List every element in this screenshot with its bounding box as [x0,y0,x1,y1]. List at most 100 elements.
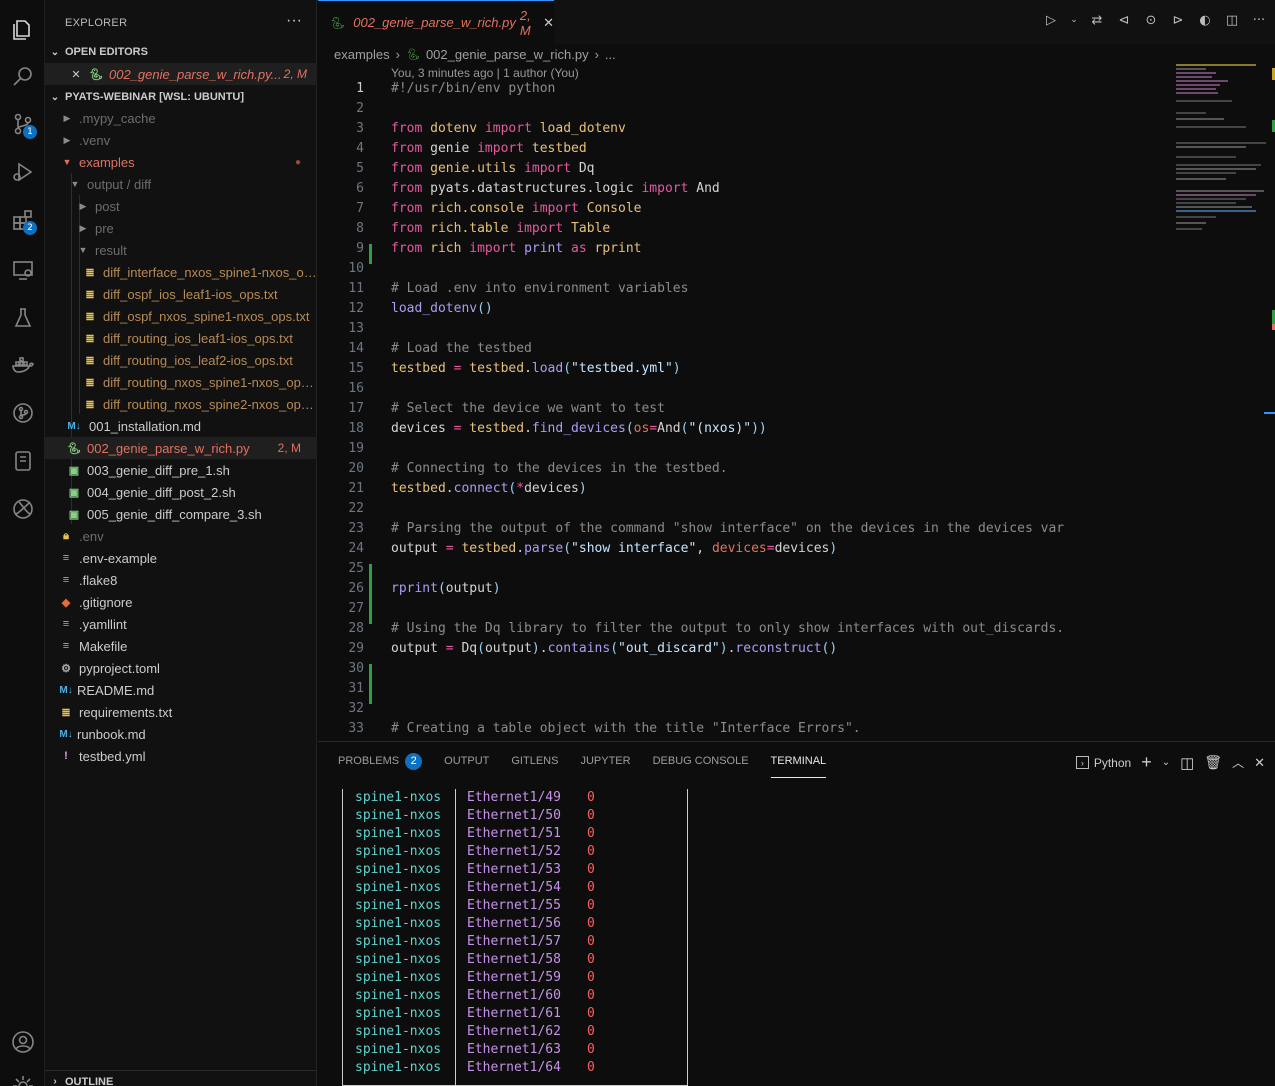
tree-item-label: testbed.yml [79,748,146,764]
text-file-icon: ≣ [85,310,95,323]
tree-file-md[interactable]: M↓ runbook.md [45,723,317,745]
tree-file-sh[interactable]: ▣ 005_genie_diff_compare_3.sh [45,503,317,525]
terminal-table[interactable]: spine1-nxos Ethernet1/49 0 spine1-nxos Ether… [342,789,688,1086]
gitlens-blame-icon[interactable]: ◐ [1197,12,1213,28]
tree-file-md[interactable]: M↓ README.md [45,679,317,701]
docker-icon[interactable] [0,346,45,386]
new-terminal-icon[interactable]: + [1141,752,1152,773]
tab-problems[interactable]: PROBLEMS 2 [338,752,423,778]
tree-file-txt[interactable]: ≣ diff_interface_nxos_spine1-nxos_op... [45,261,317,283]
source-control-icon[interactable]: 1 [0,104,45,144]
code-line: devices = testbed.find_devices(os=And("(… [391,421,767,436]
breadcrumb-symbol[interactable]: ... [605,47,616,62]
more-actions-icon[interactable]: ··· [1251,12,1267,28]
breadcrumb-folder[interactable]: examples [334,47,390,62]
chevron-down-icon[interactable]: ⌄ [1162,757,1170,768]
jupyter-icon[interactable] [0,441,45,481]
tab-jupyter[interactable]: JUPYTER [580,752,630,778]
interface-cell: Ethernet1/57 [467,934,561,949]
open-changes-icon[interactable]: ⇄ [1089,12,1105,28]
line-number: 12 [348,301,364,316]
tree-file[interactable]: ≡ .env-example [45,547,317,569]
chevron-down-icon[interactable]: ⌄ [1070,12,1078,28]
trash-icon[interactable]: 🗑︎ [1204,754,1222,771]
tree-file-py-active[interactable]: 🐍︎ 002_genie_parse_w_rich.py 2, M [45,437,317,459]
tab-debug-console[interactable]: DEBUG CONSOLE [653,752,749,778]
breadcrumb-file[interactable]: 002_genie_parse_w_rich.py [426,47,589,62]
search-icon[interactable] [0,57,45,97]
tree-file-txt[interactable]: ≣ diff_routing_ios_leaf2-ios_ops.txt [45,349,317,371]
open-editors-section[interactable]: ⌄ OPEN EDITORS [45,41,317,63]
outline-section[interactable]: › OUTLINE [45,1070,317,1086]
open-editor-item[interactable]: ✕ 🐍︎ 002_genie_parse_w_rich.py... 2, M [45,63,317,85]
tab-gitlens[interactable]: GITLENS [511,752,558,778]
tree-item-label: pre [95,220,114,236]
tree-file-txt[interactable]: ≣ requirements.txt [45,701,317,723]
tree-file-txt[interactable]: ≣ diff_routing_nxos_spine2-nxos_ops... [45,393,317,415]
files-icon[interactable] [0,10,45,50]
chevron-down-icon: ⌄ [50,91,60,103]
tree-file[interactable]: ≡ .yamllint [45,613,317,635]
gitlens-blame-annotation[interactable]: You, 3 minutes ago | 1 author (You) [391,66,579,80]
tree-file-txt[interactable]: ≣ diff_routing_nxos_spine1-nxos_ops... [45,371,317,393]
run-icon[interactable]: ▷ [1043,12,1059,28]
text-file-icon: ≣ [85,332,95,345]
tree-folder-examples[interactable]: ▼ examples ● [45,151,317,173]
tree-file-txt[interactable]: ≣ diff_ospf_ios_leaf1-ios_ops.txt [45,283,317,305]
code-line: testbed.connect(*devices) [391,481,587,496]
accounts-icon[interactable] [0,1022,45,1062]
next-change-icon[interactable]: ⊳ [1170,12,1186,28]
extensions-icon[interactable]: 2 [0,200,45,240]
tab-output[interactable]: OUTPUT [444,752,489,778]
device-cell: spine1-nxos [355,826,442,841]
editor-tab-active[interactable]: 🐍︎ 002_genie_parse_w_rich.py 2, M ✕ [318,0,554,44]
tree-file-yml[interactable]: ! testbed.yml [45,745,317,767]
tree-folder-mypy-cache[interactable]: ▶ .mypy_cache [45,107,317,129]
tree-folder-pre[interactable]: ▶ pre [45,217,317,239]
tree-file[interactable]: ≡ Makefile [45,635,317,657]
editor-actions: ▷ ⌄ ⇄ ⊲ ⊙ ⊳ ◐ ◫ ··· [1043,12,1267,28]
manage-gear-icon[interactable] [0,1066,45,1086]
text-file-icon: ≡ [62,574,70,586]
tree-file[interactable]: ≡ .flake8 [45,569,317,591]
tree-file-md[interactable]: M↓ 001_installation.md [45,415,317,437]
testing-icon[interactable] [0,298,45,338]
run-debug-icon[interactable] [0,152,45,192]
code-editor[interactable]: You, 3 minutes ago | 1 author (You) 1234… [318,64,1168,740]
split-editor-icon[interactable]: ◫ [1224,12,1240,28]
workspace-section[interactable]: ⌄ PYATS-WEBINAR [WSL: UBUNTU] [45,86,317,108]
revision-icon[interactable]: ⊙ [1143,12,1159,28]
tree-folder-post[interactable]: ▶ post [45,195,317,217]
tree-file-gitignore[interactable]: ◆ .gitignore [45,591,317,613]
markdown-file-icon: M↓ [67,420,81,432]
line-number: 8 [356,221,364,236]
line-number: 7 [356,201,364,216]
close-icon[interactable]: ✕ [543,15,554,31]
close-icon[interactable]: ✕ [69,68,83,81]
more-actions-icon[interactable]: ··· [286,12,302,30]
tree-item-label: .env [79,528,104,544]
browser-icon[interactable] [0,489,45,529]
tree-item-label: .mypy_cache [79,110,156,126]
tree-file-env[interactable]: 🔒︎ .env [45,525,317,547]
tree-folder-output-diff[interactable]: ▼ output / diff [45,173,317,195]
tree-folder-venv[interactable]: ▶ .venv [45,129,317,151]
gitlens-icon[interactable] [0,393,45,433]
minimap[interactable] [1168,60,1275,740]
tree-file-sh[interactable]: ▣ 003_genie_diff_pre_1.sh [45,459,317,481]
tree-folder-result[interactable]: ▼ result [45,239,317,261]
tree-file-txt[interactable]: ≣ diff_routing_ios_leaf1-ios_ops.txt [45,327,317,349]
remote-explorer-icon[interactable] [0,250,45,290]
split-terminal-icon[interactable]: ◫ [1180,754,1194,772]
panel-actions: › Python + ⌄ ◫ 🗑︎ ︿ ✕ [1075,752,1265,773]
tab-terminal[interactable]: TERMINAL [770,752,827,778]
tree-file[interactable]: ⚙︎ pyproject.toml [45,657,317,679]
maximize-panel-icon[interactable]: ︿ [1232,754,1244,771]
chevron-right-icon: › [53,1076,57,1086]
terminal-profile[interactable]: › Python [1075,756,1131,770]
close-icon[interactable]: ✕ [1254,755,1265,771]
tree-file-txt[interactable]: ≣ diff_ospf_nxos_spine1-nxos_ops.txt [45,305,317,327]
chevron-right-icon: ▶ [63,134,71,145]
previous-change-icon[interactable]: ⊲ [1116,12,1132,28]
tree-file-sh[interactable]: ▣ 004_genie_diff_post_2.sh [45,481,317,503]
